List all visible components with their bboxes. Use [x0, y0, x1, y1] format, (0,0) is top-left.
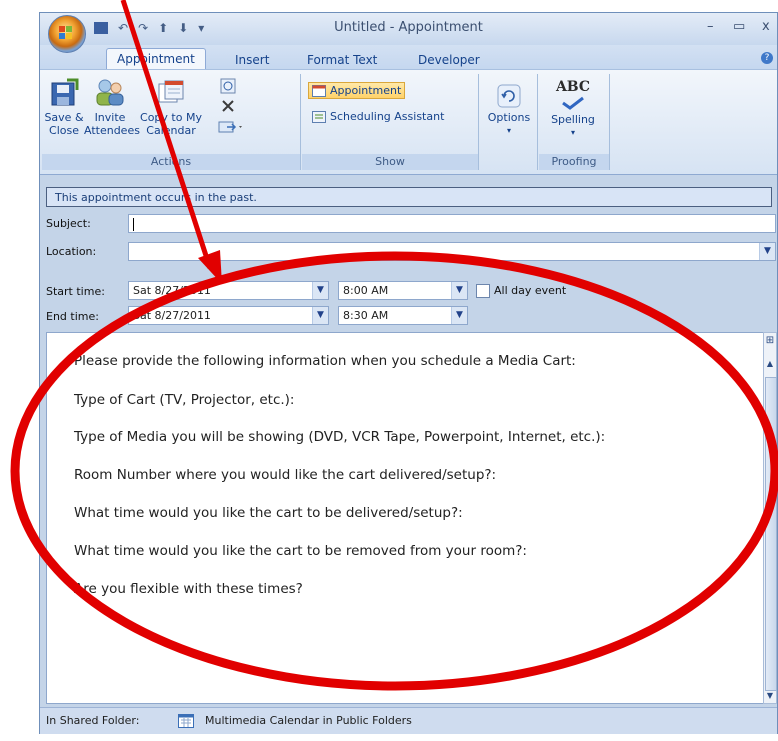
text-cursor [133, 217, 134, 231]
group-label-actions: Actions [42, 154, 300, 170]
scheduling-assistant-label: Scheduling Assistant [330, 110, 445, 123]
body-line: Type of Media you will be showing (DVD, … [74, 429, 606, 445]
group-actions: Save & Close Invite Attendees Copy to My… [42, 74, 301, 170]
subject-input[interactable] [128, 214, 776, 233]
save-close-icon [51, 78, 79, 106]
ribbon: Save & Close Invite Attendees Copy to My… [40, 69, 777, 175]
end-date-dropdown-icon[interactable]: ▼ [312, 307, 328, 324]
checkmark-icon [562, 96, 584, 110]
body-line: What time would you like the cart to be … [74, 505, 463, 521]
start-time-value: 8:00 AM [343, 284, 389, 297]
end-date-value: Sat 8/27/2011 [133, 309, 211, 322]
ribbon-tabs: Appointment Insert Format Text Developer… [40, 45, 777, 72]
body-line: Room Number where you would like the car… [74, 467, 497, 483]
body-line: Please provide the following information… [74, 353, 576, 369]
calendar-copy-icon [158, 80, 184, 103]
group-label-proofing: Proofing [539, 154, 609, 170]
start-time-label: Start time: [46, 285, 105, 298]
copy-to-my-calendar-button[interactable]: Copy to My Calendar [138, 78, 204, 137]
end-date-picker[interactable]: Sat 8/27/2011 ▼ [128, 306, 329, 325]
start-time-dropdown-icon[interactable]: ▼ [451, 282, 467, 299]
spelling-button[interactable]: ABC Spelling ▾ [543, 78, 603, 139]
title-bar: ↶ ↷ ⬆ ⬇ ▾ Untitled - Appointment – ▭ x [40, 13, 777, 53]
group-show: Appointment Scheduling Assistant Show [302, 74, 479, 170]
body-scrollbar[interactable]: ⊞ ▲ ▼ [763, 332, 777, 704]
scroll-up-icon[interactable]: ▲ [764, 359, 776, 368]
appointment-view-label: Appointment [330, 84, 402, 97]
spelling-dropdown-icon: ▾ [570, 128, 575, 137]
invite-label-2: Attendees [84, 124, 140, 137]
start-date-picker[interactable]: Sat 8/27/2011 ▼ [128, 281, 329, 300]
end-time-picker[interactable]: 8:30 AM ▼ [338, 306, 468, 325]
start-time-picker[interactable]: 8:00 AM ▼ [338, 281, 468, 300]
scroll-down-icon[interactable]: ▼ [764, 691, 776, 700]
start-date-value: Sat 8/27/2011 [133, 284, 211, 297]
subject-label: Subject: [46, 217, 91, 230]
save-close-label-2: Close [49, 124, 79, 137]
group-options: Options ▾ [481, 74, 538, 170]
save-close-label-1: Save & [44, 111, 84, 124]
scroll-thumb[interactable] [765, 377, 777, 691]
scheduling-icon [312, 110, 326, 123]
options-dropdown-icon: ▾ [506, 126, 511, 135]
people-icon [96, 79, 124, 106]
window-title: Untitled - Appointment [334, 20, 483, 35]
copy-label-2: Calendar [146, 124, 196, 137]
recurrence-icon[interactable] [220, 78, 236, 94]
minimize-button[interactable]: – [707, 19, 714, 34]
location-input[interactable]: ▼ [128, 242, 776, 261]
body-line: Are you flexible with these times? [74, 581, 303, 597]
appointment-window: ↶ ↷ ⬆ ⬇ ▾ Untitled - Appointment – ▭ x A… [39, 12, 778, 734]
start-date-dropdown-icon[interactable]: ▼ [312, 282, 328, 299]
scheduling-assistant-button[interactable]: Scheduling Assistant [312, 110, 444, 123]
forward-icon[interactable] [218, 120, 244, 134]
body-line: What time would you like the cart to be … [74, 543, 527, 559]
tab-format-text[interactable]: Format Text [297, 50, 387, 70]
tab-insert[interactable]: Insert [225, 50, 279, 70]
all-day-checkbox[interactable] [476, 284, 490, 298]
close-button[interactable]: x [762, 19, 770, 34]
info-bar: This appointment occurs in the past. [46, 187, 772, 207]
copy-label-1: Copy to My [140, 111, 202, 124]
calendar-icon [178, 714, 194, 728]
spelling-abc-icon: ABC [555, 79, 591, 95]
end-time-label: End time: [46, 310, 99, 323]
appointment-view-button[interactable]: Appointment [308, 82, 406, 99]
shared-folder-label: In Shared Folder: [46, 714, 140, 727]
location-label: Location: [46, 245, 97, 258]
invite-attendees-button[interactable]: Invite Attendees [84, 78, 140, 137]
office-button[interactable] [48, 15, 86, 53]
delete-icon[interactable] [221, 99, 235, 113]
location-dropdown-icon[interactable]: ▼ [759, 243, 775, 260]
spelling-label: Spelling [551, 113, 595, 126]
invite-label-1: Invite [94, 111, 126, 124]
all-day-label: All day event [494, 284, 567, 297]
options-button[interactable]: Options ▾ [483, 84, 535, 137]
maximize-button[interactable]: ▭ [733, 19, 745, 34]
message-body[interactable]: Please provide the following information… [46, 332, 764, 704]
status-bar: In Shared Folder: Multimedia Calendar in… [40, 707, 777, 734]
save-close-button[interactable]: Save & Close [44, 78, 84, 137]
group-proofing: ABC Spelling ▾ Proofing [539, 74, 610, 170]
appointment-icon [312, 84, 326, 97]
shared-folder-name: Multimedia Calendar in Public Folders [205, 714, 412, 727]
help-icon[interactable]: ? [761, 52, 773, 64]
ruler-toggle-icon[interactable]: ⊞ [764, 335, 776, 346]
end-time-value: 8:30 AM [343, 309, 389, 322]
end-time-dropdown-icon[interactable]: ▼ [451, 307, 467, 324]
group-label-show: Show [302, 154, 478, 170]
tab-developer[interactable]: Developer [408, 50, 490, 70]
options-label: Options [487, 111, 531, 124]
options-icon [497, 84, 521, 108]
body-line: Type of Cart (TV, Projector, etc.): [74, 392, 295, 408]
